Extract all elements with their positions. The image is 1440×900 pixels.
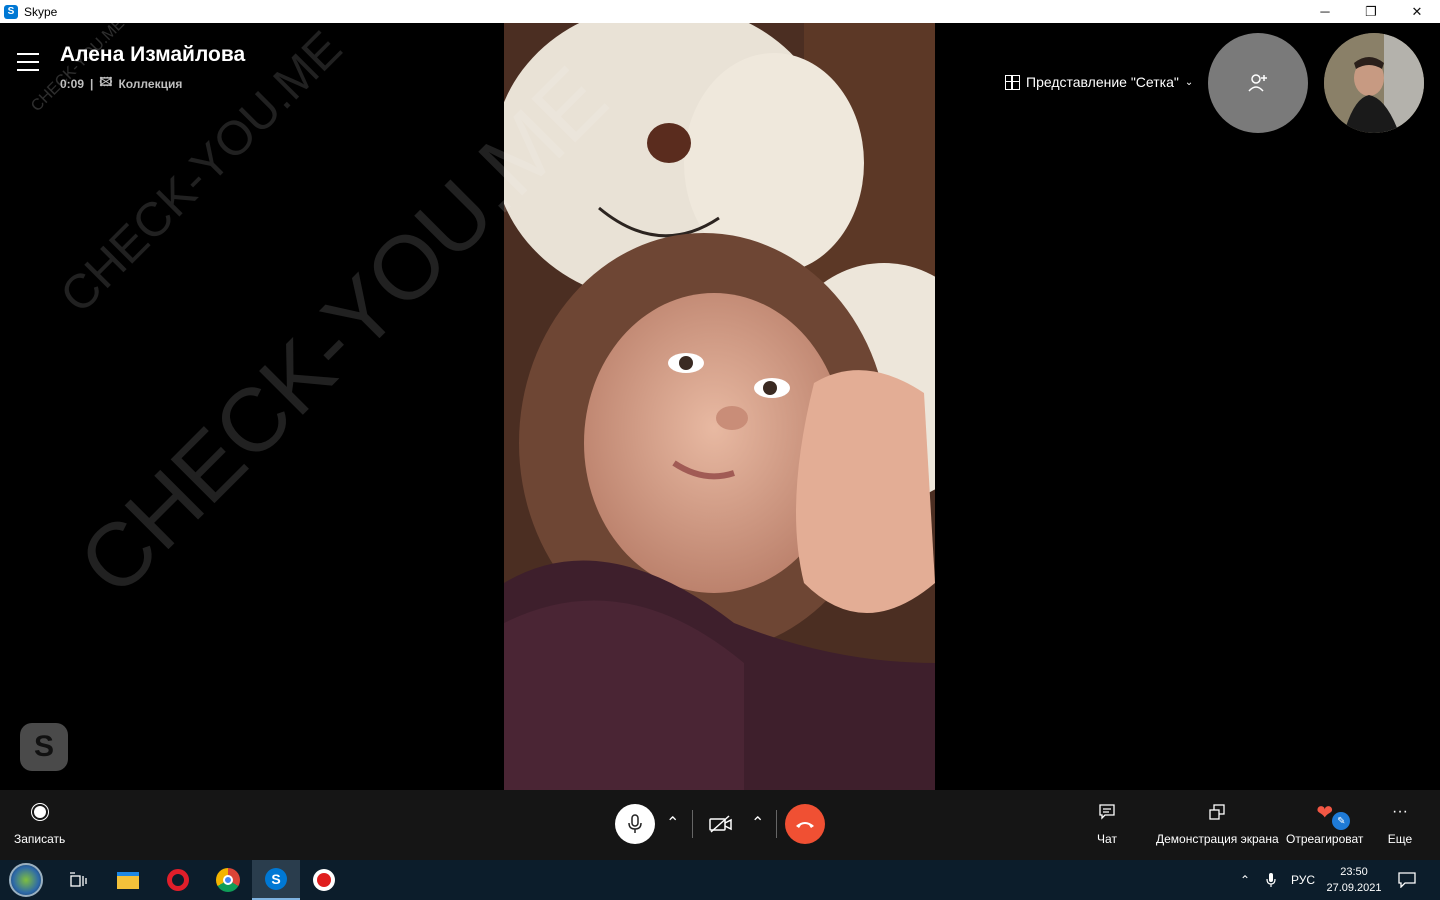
restore-button[interactable]: ❐ — [1348, 0, 1394, 23]
microphone-icon — [628, 814, 642, 833]
folder-icon — [117, 871, 139, 889]
clock-date: 27.09.2021 — [1326, 882, 1382, 894]
hamburger-menu-icon[interactable] — [17, 53, 39, 71]
skype-app-icon: S — [4, 4, 18, 19]
pen-badge-icon: ✎ — [1332, 812, 1351, 830]
divider — [776, 810, 777, 838]
divider — [692, 810, 693, 838]
record-app-icon — [313, 869, 335, 891]
meta-separator: | — [90, 76, 94, 91]
grid-view-icon — [1005, 74, 1020, 90]
call-stage: CHECK-YOU.ME CHECK-YOU.ME CHECK-YOU.ME А… — [0, 23, 1440, 790]
view-mode-label: Представление "Сетка" — [1026, 74, 1179, 90]
add-participant-button[interactable] — [1208, 33, 1308, 133]
hang-up-icon — [796, 822, 814, 828]
record-icon — [33, 806, 46, 818]
os-taskbar: S ⌃ РУС 23:50 27.09.2021 — [0, 860, 1440, 900]
notifications-icon[interactable] — [1398, 860, 1416, 900]
watermark-small: CHECK-YOU.ME — [28, 23, 129, 116]
more-button[interactable]: ··· Еще — [1387, 790, 1413, 860]
end-call-button[interactable] — [785, 804, 825, 844]
close-button[interactable]: ✕ — [1394, 0, 1440, 23]
start-orb-icon — [9, 863, 43, 897]
tray-microphone-icon[interactable] — [1266, 860, 1276, 900]
add-person-icon — [1248, 74, 1267, 92]
heart-icon: ❤ ✎ — [1316, 802, 1351, 830]
window-controls: ─ ❐ ✕ — [1302, 0, 1440, 23]
window-titlebar: S Skype ─ ❐ ✕ — [0, 0, 1440, 23]
skype-logo-icon: S — [20, 723, 68, 771]
call-duration: 0:09 — [60, 76, 85, 91]
file-explorer-button[interactable] — [104, 860, 152, 900]
opera-icon — [167, 869, 189, 891]
chat-icon — [1099, 804, 1115, 820]
more-label: Еще — [1387, 832, 1413, 846]
system-clock[interactable]: 23:50 27.09.2021 — [1322, 864, 1386, 896]
chevron-down-icon: ⌄ — [1184, 76, 1194, 88]
camera-options-chevron-icon[interactable]: ⌃ — [751, 813, 764, 833]
opera-button[interactable] — [154, 860, 202, 900]
minimize-button[interactable]: ─ — [1302, 0, 1348, 23]
more-dots-icon: ··· — [1392, 803, 1408, 820]
contact-name: Алена Измайлова — [60, 43, 246, 66]
mic-options-chevron-icon[interactable]: ⌃ — [666, 813, 679, 833]
screen-share-icon — [1209, 804, 1225, 820]
chrome-button[interactable] — [204, 860, 252, 900]
call-meta: 0:09 | 🖾 Коллекция — [60, 73, 182, 94]
task-view-icon — [70, 872, 87, 887]
chrome-icon — [216, 868, 240, 892]
chat-button[interactable]: Чат — [1091, 790, 1123, 860]
input-language-indicator[interactable]: РУС — [1291, 860, 1315, 900]
watermark-medium: CHECK-YOU.ME — [50, 23, 353, 324]
react-button[interactable]: ❤ ✎ Отреагироват — [1286, 790, 1363, 860]
record-label: Записать — [14, 832, 66, 846]
screen-share-label: Демонстрация экрана — [1156, 832, 1279, 846]
skype-taskbar-icon: S — [265, 868, 287, 890]
task-view-button[interactable] — [54, 860, 102, 900]
clock-time: 23:50 — [1340, 866, 1368, 878]
start-button[interactable] — [2, 860, 50, 900]
record-button[interactable]: Записать — [14, 790, 65, 860]
view-mode-toggle[interactable]: Представление "Сетка" ⌄ — [1005, 74, 1193, 90]
screen-share-button[interactable]: Демонстрация экрана — [1156, 790, 1279, 860]
chat-label: Чат — [1097, 832, 1117, 846]
microphone-button[interactable] — [615, 804, 655, 844]
self-video-image — [1324, 33, 1424, 133]
call-controls-bar: Записать ⌃ ⌃ Чат Демонстрация экрана ❤ ✎… — [0, 790, 1440, 860]
self-video-avatar[interactable] — [1324, 33, 1424, 133]
collection-icon: 🖾 — [99, 75, 113, 89]
tray-expand-icon[interactable]: ⌃ — [1240, 860, 1250, 900]
camera-off-icon — [709, 815, 732, 833]
react-label: Отреагироват — [1286, 832, 1364, 846]
window-title: Skype — [24, 4, 58, 19]
camera-button[interactable] — [705, 808, 737, 840]
collection-link[interactable]: Коллекция — [118, 77, 182, 91]
skype-taskbar-button[interactable]: S — [252, 860, 300, 900]
recorder-button[interactable] — [300, 860, 348, 900]
